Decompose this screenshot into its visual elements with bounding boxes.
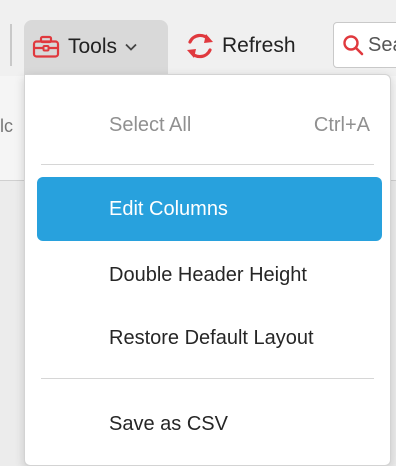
refresh-button[interactable]: Refresh: [184, 22, 296, 70]
menu-item-edit-columns[interactable]: Edit Columns: [37, 177, 382, 241]
menu-item-label: Restore Default Layout: [109, 326, 314, 349]
partial-column-header: lc: [0, 116, 13, 136]
tools-label: Tools: [68, 35, 118, 58]
menu-item-double-header-height[interactable]: Double Header Height: [37, 243, 382, 307]
menu-separator: [41, 378, 374, 379]
refresh-icon: [184, 30, 216, 62]
toolbar: Tools Refresh: [0, 0, 396, 76]
menu-item-label: Save as CSV: [109, 412, 228, 435]
search-box: [333, 22, 396, 68]
refresh-label: Refresh: [222, 34, 296, 57]
tools-dropdown-menu: Select All Ctrl+A Edit Columns Double He…: [24, 74, 391, 466]
menu-item-select-all[interactable]: Select All Ctrl+A: [37, 93, 382, 157]
menu-item-shortcut: Ctrl+A: [313, 113, 370, 136]
search-icon: [342, 34, 364, 56]
menu-item-label: Select All: [109, 113, 192, 136]
menu-item-restore-default-layout[interactable]: Restore Default Layout: [37, 306, 382, 370]
menu-item-save-as-csv[interactable]: Save as CSV: [37, 392, 382, 456]
toolbar-separator: [10, 24, 12, 66]
menu-item-label: Double Header Height: [109, 263, 307, 286]
menu-separator: [41, 164, 374, 165]
tools-menu-button[interactable]: Tools: [24, 20, 168, 74]
menu-item-label: Edit Columns: [109, 197, 228, 220]
search-input[interactable]: [364, 33, 396, 57]
toolbox-icon: [32, 35, 60, 59]
chevron-down-icon: [124, 42, 138, 52]
